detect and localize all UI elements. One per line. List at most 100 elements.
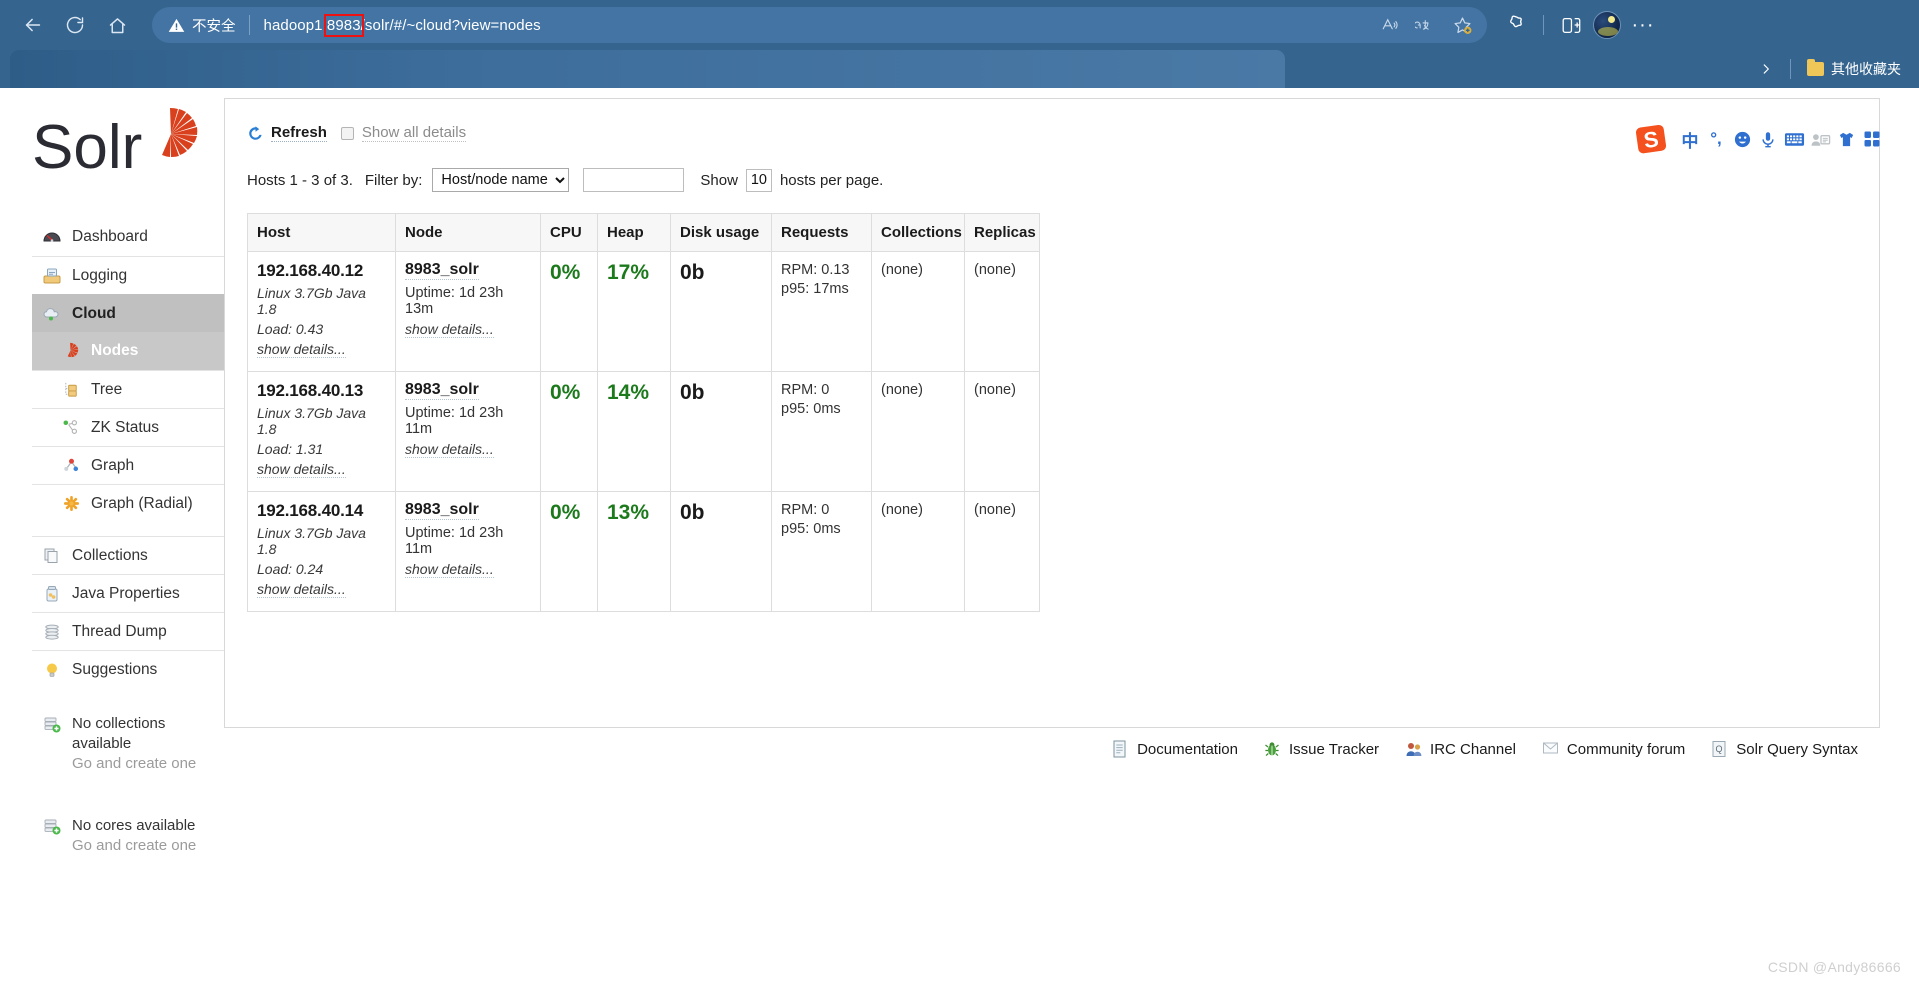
- node-uptime: Uptime: 1d 23h 11m: [405, 525, 504, 557]
- reload-button[interactable]: [54, 4, 96, 46]
- cell-node: 8983_solr Uptime: 1d 23h 11m show detail…: [395, 371, 541, 492]
- column-replicas[interactable]: Replicas: [964, 213, 1040, 252]
- skin-icon[interactable]: [1833, 124, 1859, 154]
- read-aloud-icon[interactable]: [1373, 9, 1407, 41]
- cell-disk: 0b: [670, 491, 772, 612]
- sidebar-item-graph[interactable]: Graph: [32, 446, 224, 484]
- sidebar-item-tree[interactable]: Tree: [32, 370, 224, 408]
- ime-toolbar: S 中 °,: [1635, 121, 1885, 157]
- nodes-icon: [62, 341, 82, 361]
- sidebar-item-collections[interactable]: Collections: [32, 536, 224, 574]
- column-node[interactable]: Node: [395, 213, 541, 252]
- cpu-value: 0%: [550, 501, 581, 524]
- user-card-icon[interactable]: [1807, 124, 1833, 154]
- cell-heap: 13%: [597, 491, 671, 612]
- no-collections-block[interactable]: No collections available Go and create o…: [32, 714, 224, 774]
- node-name[interactable]: 8983_solr: [405, 261, 479, 280]
- footer-link-community-forum[interactable]: Community forum: [1542, 740, 1685, 758]
- node-show-details-link[interactable]: show details...: [405, 441, 494, 458]
- sidebar-item-cloud[interactable]: Cloud: [32, 294, 224, 332]
- sidebar-label-nodes: Nodes: [91, 342, 139, 359]
- filter-input[interactable]: [583, 168, 685, 192]
- column-disk-usage[interactable]: Disk usage: [670, 213, 772, 252]
- sidebar-item-nodes[interactable]: Nodes: [32, 332, 224, 370]
- add-favorite-icon[interactable]: [1445, 9, 1479, 41]
- host-ip: 192.168.40.14: [257, 501, 364, 520]
- no-cores-action[interactable]: Go and create one: [72, 836, 212, 856]
- column-host[interactable]: Host: [247, 213, 396, 252]
- sogou-logo-icon[interactable]: S: [1635, 122, 1669, 156]
- show-all-details-checkbox[interactable]: [340, 126, 354, 140]
- host-show-details-link[interactable]: show details...: [257, 461, 346, 478]
- sidebar-item-thread-dump[interactable]: Thread Dump: [32, 612, 224, 650]
- footer-link-issue-tracker[interactable]: Issue Tracker: [1264, 740, 1379, 758]
- sidebar-label-dashboard: Dashboard: [72, 228, 148, 245]
- column-heap[interactable]: Heap: [597, 213, 671, 252]
- home-button[interactable]: [96, 4, 138, 46]
- node-name[interactable]: 8983_solr: [405, 501, 479, 520]
- footer-link-solr-query-syntax[interactable]: Q Solr Query Syntax: [1711, 740, 1858, 758]
- chinese-mode-icon[interactable]: 中: [1677, 124, 1703, 154]
- sidebar-item-zk-status[interactable]: ZK Status: [32, 408, 224, 446]
- back-button[interactable]: [12, 4, 54, 46]
- browser-essentials-icon[interactable]: [1497, 8, 1535, 42]
- sidebar-label-cloud: Cloud: [72, 304, 116, 322]
- no-collections-action[interactable]: Go and create one: [72, 754, 212, 774]
- settings-more-icon[interactable]: ···: [1624, 8, 1662, 42]
- url-text[interactable]: hadoop1:8983/solr/#/~cloud?view=nodes: [264, 13, 541, 37]
- cell-heap: 14%: [597, 371, 671, 492]
- host-show-details-link[interactable]: show details...: [257, 581, 346, 598]
- keyboard-icon[interactable]: [1781, 124, 1807, 154]
- host-show-details-link[interactable]: show details...: [257, 341, 346, 358]
- bookmarks-separator: [1790, 59, 1791, 79]
- chevron-right-icon[interactable]: [1752, 55, 1780, 83]
- host-load: Load: 0.24: [257, 561, 324, 577]
- other-favorites-button[interactable]: 其他收藏夹: [1801, 56, 1907, 82]
- apps-icon[interactable]: [1859, 124, 1885, 154]
- column-collections[interactable]: Collections: [871, 213, 965, 252]
- microphone-icon[interactable]: [1755, 124, 1781, 154]
- security-warning[interactable]: 不安全: [168, 15, 236, 36]
- sidebar-item-graph-radial[interactable]: Graph (Radial): [32, 484, 224, 522]
- heap-value: 17%: [607, 261, 650, 284]
- show-all-details-toggle[interactable]: Show all details: [340, 124, 467, 142]
- filter-by-select[interactable]: Host/node name: [432, 168, 570, 192]
- node-name[interactable]: 8983_solr: [405, 381, 479, 400]
- no-cores-block[interactable]: No cores available Go and create one: [32, 816, 224, 856]
- footer-link-documentation[interactable]: Documentation: [1112, 740, 1238, 758]
- sidebar-item-java-properties[interactable]: Java Properties: [32, 574, 224, 612]
- footer-link-irc-channel[interactable]: IRC Channel: [1405, 740, 1516, 758]
- heap-value: 14%: [607, 381, 650, 404]
- cell-host: 192.168.40.14 Linux 3.7Gb Java 1.8 Load:…: [247, 491, 396, 612]
- node-show-details-link[interactable]: show details...: [405, 561, 494, 578]
- column-cpu[interactable]: CPU: [540, 213, 598, 252]
- per-page-input[interactable]: [745, 168, 772, 192]
- node-show-details-link[interactable]: show details...: [405, 321, 494, 338]
- nodes-actions: Refresh Show all details: [247, 121, 1857, 145]
- sidebar-item-suggestions[interactable]: Suggestions: [32, 650, 224, 688]
- solr-logo[interactable]: Solr: [30, 106, 200, 191]
- security-warning-text: 不安全: [192, 18, 236, 35]
- sidebar-menu: Dashboard Logging Cloud Nodes Tree ZK St…: [32, 218, 224, 856]
- punctuation-icon[interactable]: °,: [1703, 124, 1729, 154]
- emoji-icon[interactable]: [1729, 124, 1755, 154]
- disk-value: 0b: [680, 261, 705, 284]
- refresh-button[interactable]: Refresh: [247, 124, 327, 142]
- per-page-suffix: hosts per page.: [779, 171, 884, 189]
- cell-heap: 17%: [597, 251, 671, 372]
- address-bar[interactable]: 不安全 hadoop1:8983/solr/#/~cloud?view=node…: [152, 7, 1487, 43]
- sidebar-label-suggestions: Suggestions: [72, 660, 158, 678]
- sidebar-item-logging[interactable]: Logging: [32, 256, 224, 294]
- profile-avatar[interactable]: [1593, 11, 1621, 39]
- add-core-icon: [42, 816, 62, 836]
- split-screen-icon[interactable]: [1552, 8, 1590, 42]
- sidebar-label-logging: Logging: [72, 266, 128, 284]
- sidebar-item-dashboard[interactable]: Dashboard: [32, 218, 224, 256]
- translate-icon[interactable]: [1409, 9, 1443, 41]
- bookmarks-right: 其他收藏夹: [1752, 50, 1907, 88]
- column-requests[interactable]: Requests: [771, 213, 872, 252]
- no-collections-title: No collections available: [72, 715, 166, 752]
- folder-icon: [1807, 59, 1824, 76]
- table-row: 192.168.40.14 Linux 3.7Gb Java 1.8 Load:…: [247, 491, 1040, 612]
- nodes-panel: Refresh Show all details Hosts 1 - 3 of …: [224, 98, 1880, 728]
